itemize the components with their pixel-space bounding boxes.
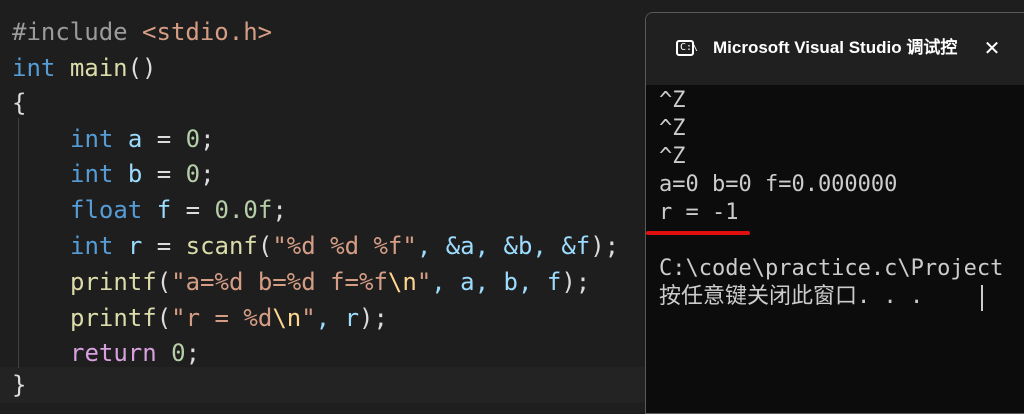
semicolon: ; xyxy=(200,160,215,188)
code-line-close-brace[interactable]: } xyxy=(12,367,26,403)
function-call: scanf xyxy=(185,232,258,260)
code-line-decl-r[interactable]: int r = scanf("%d %d %f", &a, &b, &f); xyxy=(70,228,619,264)
code-line-open-brace[interactable]: { xyxy=(12,85,26,121)
arguments: , &a, &b, &f xyxy=(416,232,591,260)
string-literal: "%d %d %f" xyxy=(272,232,417,260)
code-line-decl-f[interactable]: float f = 0.0f; xyxy=(70,192,287,228)
code-line-main[interactable]: int main() xyxy=(12,50,157,86)
number-literal: 0 xyxy=(185,125,201,153)
operator: = xyxy=(142,125,186,153)
close-paren: ); xyxy=(561,268,591,296)
number-literal: 0 xyxy=(171,339,186,367)
code-line-decl-b[interactable]: int b = 0; xyxy=(70,156,215,192)
string-quote: " xyxy=(416,268,432,296)
operator: = xyxy=(142,232,186,260)
string-literal: "r = %d xyxy=(171,304,273,332)
keyword-return: return xyxy=(70,339,157,367)
escape-sequence: \n xyxy=(272,304,302,332)
open-paren: ( xyxy=(257,232,273,260)
number-literal: 0 xyxy=(185,160,201,188)
open-paren: ( xyxy=(156,268,172,296)
console-prompt-line: 按任意键关闭此窗口. . . xyxy=(659,284,924,309)
operator: = xyxy=(142,160,186,188)
variable: r xyxy=(127,232,143,260)
close-paren: ); xyxy=(590,232,620,260)
semicolon: ; xyxy=(185,339,201,367)
close-brace: } xyxy=(12,371,27,399)
console-titlebar[interactable]: C:\ Microsoft Visual Studio 调试控 ✕ xyxy=(646,13,1024,85)
open-paren: ( xyxy=(156,304,172,332)
code-line-include[interactable]: #include <stdio.h> xyxy=(12,14,272,50)
function-call: printf xyxy=(70,268,157,296)
variable: b xyxy=(127,160,143,188)
string-quote: " xyxy=(301,304,316,332)
semicolon: ; xyxy=(272,196,287,224)
code-line-return[interactable]: return 0; xyxy=(70,335,200,371)
escape-sequence: \n xyxy=(387,268,417,296)
arguments: , r xyxy=(315,304,360,332)
keyword: int xyxy=(70,125,114,153)
variable: a xyxy=(127,125,143,153)
semicolon: ; xyxy=(200,125,215,153)
open-brace: { xyxy=(12,89,27,117)
terminal-icon: C:\ xyxy=(676,40,698,56)
operator: = xyxy=(171,196,215,224)
function-name: main xyxy=(69,54,128,82)
string-literal: "a=%d b=%d f=%f xyxy=(171,268,388,296)
variable: f xyxy=(156,196,172,224)
text-cursor xyxy=(981,285,983,311)
function-call: printf xyxy=(70,304,157,332)
close-icon[interactable]: ✕ xyxy=(981,37,1003,59)
keyword: float xyxy=(70,196,143,224)
punctuation: () xyxy=(127,54,157,82)
indent-guide xyxy=(18,118,19,368)
red-underline-annotation xyxy=(646,231,750,235)
console-output-line: ^Z xyxy=(659,144,686,169)
console-output-path: C:\code\practice.c\Project xyxy=(659,256,1004,281)
code-line-decl-a[interactable]: int a = 0; xyxy=(70,121,215,157)
console-title: Microsoft Visual Studio 调试控 xyxy=(713,38,958,57)
keyword: int xyxy=(70,160,114,188)
preprocessor-directive: #include xyxy=(12,18,128,46)
arguments: , a, b, f xyxy=(431,268,562,296)
close-paren: ); xyxy=(359,304,388,332)
code-line-printf-r[interactable]: printf("r = %d\n", r); xyxy=(70,300,388,336)
code-line-printf-values[interactable]: printf("a=%d b=%d f=%f\n", a, b, f); xyxy=(70,264,590,300)
console-output-line-result: r = -1 xyxy=(659,200,739,225)
debug-console-window[interactable]: C:\ Microsoft Visual Studio 调试控 ✕ ^Z ^Z … xyxy=(645,12,1024,414)
console-output-line: ^Z xyxy=(659,116,686,141)
include-header: <stdio.h> xyxy=(142,18,273,46)
keyword: int xyxy=(12,54,56,82)
keyword: int xyxy=(70,232,114,260)
console-output-line: ^Z xyxy=(659,88,686,113)
console-output-line: a=0 b=0 f=0.000000 xyxy=(659,172,898,197)
number-literal: 0.0f xyxy=(214,196,273,224)
